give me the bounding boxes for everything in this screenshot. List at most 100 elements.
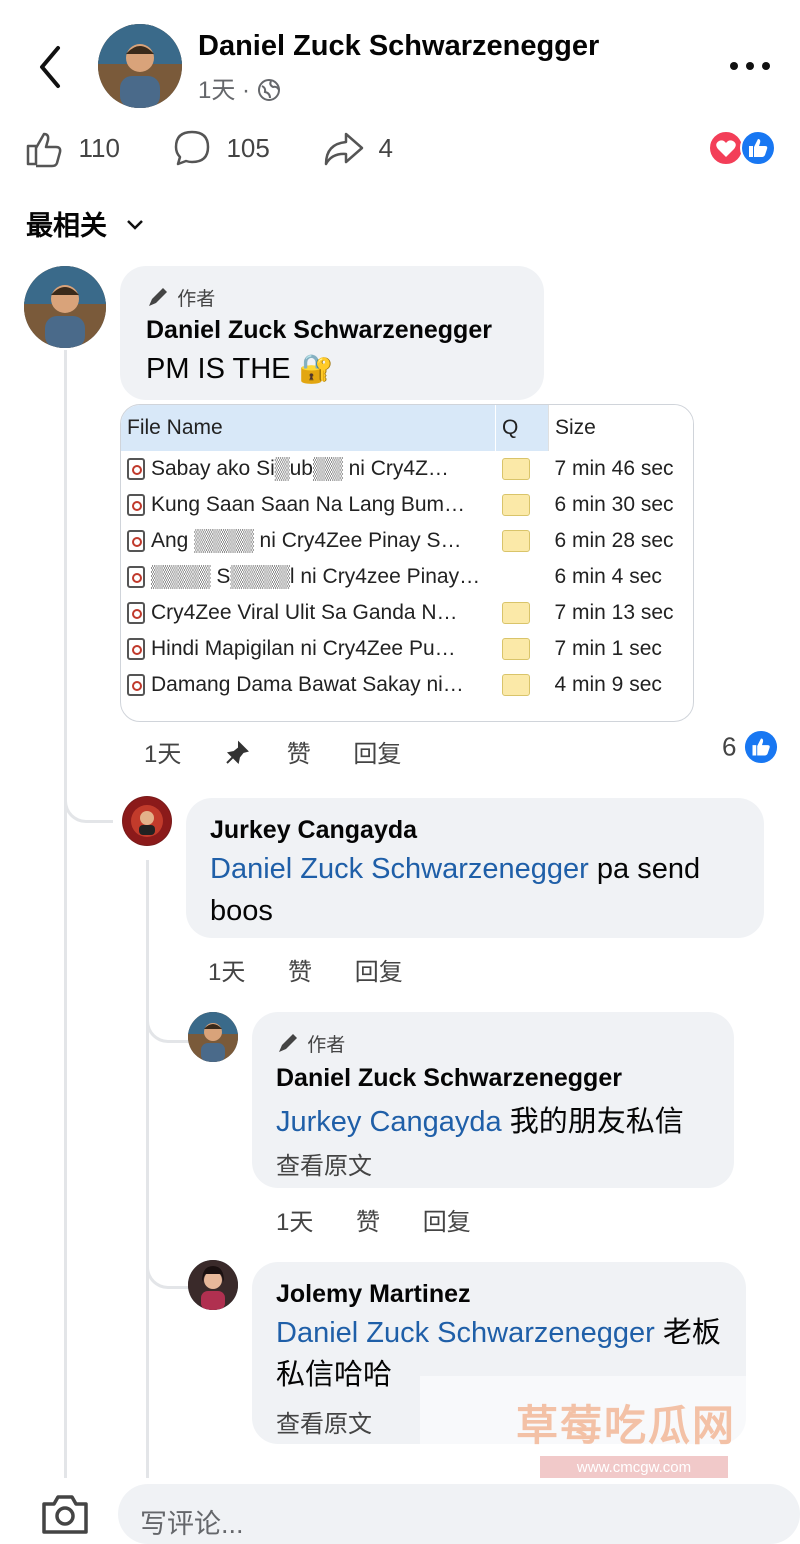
- file-name: Ang ▒▒▒▒ ni Cry4Zee Pinay S…: [151, 529, 462, 552]
- like-button[interactable]: 赞: [356, 1209, 380, 1236]
- comment-text-row: PM IS THE 🔐: [146, 352, 333, 386]
- reply-button[interactable]: 回复: [353, 741, 401, 768]
- folder-icon: [501, 530, 530, 553]
- file-size: 6 min 4 sec: [554, 565, 662, 588]
- post-meta: 1天 ·: [198, 70, 281, 105]
- see-original-link[interactable]: 查看原文: [276, 1404, 372, 1439]
- column-header-file-name: File Name: [121, 405, 496, 451]
- author-badge: 作者: [146, 284, 215, 311]
- comment-time: 1天: [144, 741, 182, 768]
- share-arrow-icon: [324, 132, 364, 166]
- folder-icon: [501, 602, 530, 625]
- author-avatar[interactable]: [98, 24, 182, 108]
- like-stat-button[interactable]: 110: [24, 128, 120, 168]
- like-reaction-icon: [740, 130, 776, 166]
- like-count: 110: [78, 132, 120, 163]
- commenter-name[interactable]: Daniel Zuck Schwarzenegger: [276, 1064, 622, 1093]
- reaction-count: 6: [722, 731, 737, 762]
- file-table: File Name Q Size Sabay ako Si▒ub▒▒ ni Cr…: [121, 405, 693, 703]
- folder-icon: [501, 674, 530, 697]
- see-original-link[interactable]: 查看原文: [276, 1146, 372, 1181]
- table-row: Hindi Mapigilan ni Cry4Zee Pu… 7 min 1 s…: [121, 631, 693, 667]
- thread-connector: [146, 1000, 189, 1043]
- file-icon: [127, 638, 145, 661]
- file-icon: [127, 530, 145, 553]
- comment-count: 105: [226, 132, 270, 163]
- mention-link[interactable]: Daniel Zuck Schwarzenegger: [276, 1317, 655, 1349]
- reply-button[interactable]: 回复: [355, 959, 403, 986]
- comment-bubble: 作者 Daniel Zuck Schwarzenegger PM IS THE …: [120, 266, 544, 400]
- file-size: 6 min 28 sec: [554, 529, 674, 552]
- file-icon: [127, 458, 145, 481]
- like-button[interactable]: 赞: [288, 959, 312, 986]
- table-row: Cry4Zee Viral Ulit Sa Ganda N… 7 min 13 …: [121, 595, 693, 631]
- comment-bubble: Jurkey Cangayda Daniel Zuck Schwarzenegg…: [186, 798, 764, 938]
- commenter-name[interactable]: Daniel Zuck Schwarzenegger: [146, 316, 492, 345]
- comment-time: 1天: [208, 959, 246, 986]
- comment-actions: 1天 赞 回复: [276, 1202, 507, 1237]
- folder-icon: [501, 494, 530, 517]
- comment-bubble-icon: [174, 130, 210, 166]
- folder-icon: [501, 458, 530, 481]
- mention-link[interactable]: Jurkey Cangayda: [276, 1106, 502, 1138]
- file-table-header: File Name Q Size: [121, 405, 693, 451]
- camera-icon: [42, 1495, 88, 1534]
- comment-avatar[interactable]: [24, 266, 106, 348]
- comment-avatar[interactable]: [188, 1260, 238, 1310]
- globe-icon: [257, 79, 280, 101]
- table-row: Ang ▒▒▒▒ ni Cry4Zee Pinay S… 6 min 28 se…: [121, 523, 693, 559]
- file-list-image[interactable]: File Name Q Size Sabay ako Si▒ub▒▒ ni Cr…: [120, 404, 694, 722]
- share-stat-button[interactable]: 4: [322, 128, 393, 168]
- sort-label: 最相关: [26, 211, 107, 241]
- reaction-icons[interactable]: [708, 130, 780, 166]
- more-options-button[interactable]: [728, 58, 772, 74]
- file-icon: [127, 566, 145, 589]
- column-header-size: Size: [548, 405, 693, 451]
- thread-line-nested: [146, 860, 149, 1490]
- comment-avatar[interactable]: [122, 796, 172, 846]
- comment-stat-button[interactable]: 105: [172, 128, 270, 168]
- commenter-name[interactable]: Jurkey Cangayda: [210, 816, 417, 845]
- watermark-logo: 草莓吃瓜网: [420, 1376, 800, 1468]
- love-reaction-icon: [708, 130, 744, 166]
- file-name: Hindi Mapigilan ni Cry4Zee Pu…: [151, 637, 456, 660]
- comment-input-placeholder: 写评论...: [140, 1509, 244, 1539]
- reply-button[interactable]: 回复: [423, 1209, 471, 1236]
- comment-bubble: 作者 Daniel Zuck Schwarzenegger Jurkey Can…: [252, 1012, 734, 1188]
- file-icon: [127, 674, 145, 697]
- file-icon: [127, 494, 145, 517]
- post-author-name[interactable]: Daniel Zuck Schwarzenegger: [198, 30, 599, 63]
- camera-button[interactable]: [40, 1492, 90, 1534]
- meta-dot: ·: [242, 77, 251, 104]
- author-badge: 作者: [276, 1030, 345, 1057]
- like-button[interactable]: 赞: [287, 741, 311, 768]
- commenter-name[interactable]: Jolemy Martinez: [276, 1280, 471, 1309]
- file-size: 7 min 46 sec: [554, 457, 674, 480]
- file-name: ▒▒▒▒ S▒▒▒▒l ni Cry4zee Pinay…: [151, 565, 481, 588]
- comment-avatar[interactable]: [188, 1012, 238, 1062]
- thread-connector: [64, 780, 113, 823]
- comment-text-row: Jurkey Cangayda 我的朋友私信: [276, 1098, 684, 1140]
- mention-link[interactable]: Daniel Zuck Schwarzenegger: [210, 853, 589, 885]
- pin-icon: [226, 740, 249, 765]
- folder-icon: [501, 638, 530, 661]
- comment-text: 我的朋友私信: [509, 1106, 684, 1138]
- file-icon: [127, 602, 145, 625]
- pencil-icon: [279, 1034, 297, 1052]
- sort-selector[interactable]: 最相关: [26, 204, 145, 243]
- table-row: Sabay ako Si▒ub▒▒ ni Cry4Z… 7 min 46 sec: [121, 451, 693, 487]
- comment-reactions[interactable]: 6: [722, 730, 778, 764]
- file-size: 7 min 1 sec: [554, 637, 662, 660]
- avatar-image: [24, 266, 106, 348]
- file-name: Kung Saan Saan Na Lang Bum…: [151, 493, 466, 516]
- comment-input[interactable]: 写评论...: [118, 1484, 800, 1544]
- author-avatar-image: [98, 24, 182, 108]
- composer-bar: 写评论...: [0, 1478, 800, 1544]
- comment-actions: 1天 赞 回复: [208, 952, 439, 987]
- file-name: Sabay ako Si▒ub▒▒ ni Cry4Z…: [151, 457, 449, 480]
- avatar-image: [188, 1012, 238, 1062]
- comment-actions: 1天 赞 回复: [144, 734, 437, 769]
- back-button[interactable]: [30, 42, 70, 92]
- comment-text-row: Daniel Zuck Schwarzenegger pa send boos: [210, 848, 750, 932]
- author-badge-label: 作者: [177, 289, 216, 310]
